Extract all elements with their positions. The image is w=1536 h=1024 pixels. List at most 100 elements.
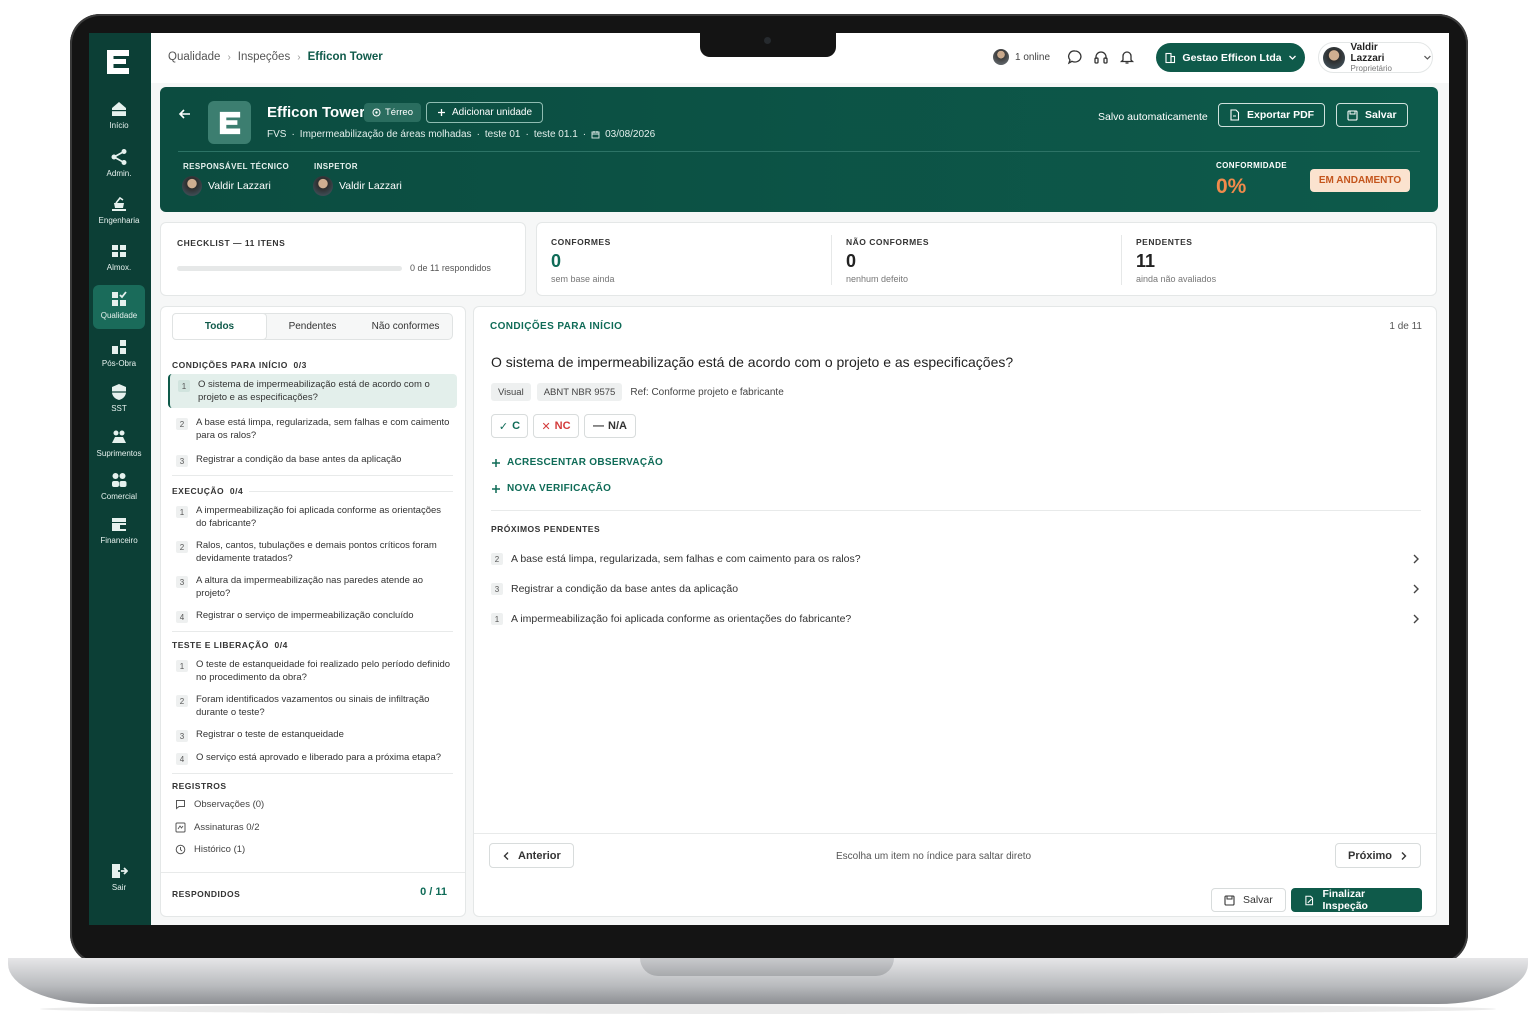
item-text: Registrar a condição da base antes da ap… <box>511 582 739 595</box>
item-text: A base está limpa, regularizada, sem fal… <box>196 417 450 441</box>
checklist-item[interactable]: 4 O serviço está aprovado e liberado par… <box>168 747 457 769</box>
section-title: CONDIÇÕES PARA INÍCIO <box>172 360 288 370</box>
app-screen: Início Admin. Engenharia Almox. Qualidad… <box>89 33 1449 925</box>
sidebar-item-label: SST <box>111 404 127 413</box>
meta-service: Impermeabilização de áreas molhadas <box>299 129 472 140</box>
item-number: 1 <box>176 660 188 672</box>
registro-assinaturas[interactable]: Assinaturas 0/2 <box>175 822 259 833</box>
registro-historico[interactable]: Histórico (1) <box>175 844 245 855</box>
next-pending-item[interactable]: 1 A impermeabilização foi aplicada confo… <box>491 608 1421 630</box>
section-header: EXECUÇÃO 0/4 <box>172 486 243 496</box>
building-icon <box>1165 52 1176 63</box>
answered-value: 0 / 11 <box>420 886 447 898</box>
answer-group: ✓ C ✕ NC — N/A <box>491 414 636 438</box>
engineering-icon <box>112 196 126 211</box>
chevron-down-icon <box>1424 55 1431 60</box>
registro-observacoes[interactable]: Observações (0) <box>175 799 264 810</box>
bottom-save-label: Salvar <box>1243 894 1273 906</box>
item-text: Registrar o serviço de impermeabilização… <box>196 610 414 621</box>
file-pdf-icon <box>1230 109 1240 121</box>
sidebar-item-pos-obra[interactable]: Pós-Obra <box>93 333 145 377</box>
item-number: 4 <box>176 611 188 623</box>
item-number: 1 <box>176 506 188 518</box>
item-number: 4 <box>176 753 188 765</box>
checklist-item[interactable]: 1 A impermeabilização foi aplicada confo… <box>168 500 457 534</box>
checklist-tabs: Todos Pendentes Não conformes <box>172 313 453 340</box>
stat-conformes: CONFORMES 0 sem base ainda <box>551 237 615 284</box>
checklist-item[interactable]: 2 Ralos, cantos, tubulações e demais pon… <box>168 535 457 569</box>
app-logo[interactable] <box>105 48 131 76</box>
sidebar-item-inicio[interactable]: Início <box>93 95 145 139</box>
checklist-count-label: CHECKLIST — 11 ITENS <box>177 238 286 248</box>
status-badge: EM ANDAMENTO <box>1310 169 1410 192</box>
breadcrumb-item-inspecoes[interactable]: Inspeções <box>238 51 290 63</box>
sidebar-item-label: Engenharia <box>98 216 140 225</box>
checklist-item[interactable]: 2 Foram identificados vazamentos ou sina… <box>168 689 457 723</box>
answer-c-button[interactable]: ✓ C <box>491 414 528 438</box>
answer-label: N/A <box>608 420 627 432</box>
inspector-name: Valdir Lazzari <box>339 180 402 192</box>
answer-na-button[interactable]: — N/A <box>584 414 636 438</box>
previous-button[interactable]: Anterior <box>489 843 574 868</box>
headset-icon[interactable] <box>1091 47 1111 67</box>
back-button[interactable] <box>178 107 192 126</box>
sidebar-item-label: Almox. <box>106 263 132 272</box>
add-unit-label: Adicionar unidade <box>452 107 533 118</box>
checklist-item[interactable]: 1 O sistema de impermeabilização está de… <box>168 374 457 408</box>
avatar <box>1323 46 1345 69</box>
sidebar-item-financeiro[interactable]: Financeiro <box>93 510 145 554</box>
checklist-item[interactable]: 2 A base está limpa, regularizada, sem f… <box>168 412 457 446</box>
breadcrumb-separator-icon: › <box>297 51 301 63</box>
add-observation-link[interactable]: ACRESCENTAR OBSERVAÇÃO <box>491 457 663 468</box>
sidebar-item-qualidade[interactable]: Qualidade <box>93 285 145 329</box>
sidebar-item-sst[interactable]: SST <box>93 378 145 422</box>
bell-icon[interactable] <box>1117 47 1137 67</box>
breadcrumb-item-qualidade[interactable]: Qualidade <box>168 51 220 63</box>
item-text: O sistema de impermeabilização está de a… <box>198 379 430 403</box>
sidebar-item-label: Suprimentos <box>96 449 142 458</box>
company-label: Gestao Efficon Ltda <box>1182 51 1282 64</box>
company-selector[interactable]: Gestao Efficon Ltda <box>1156 43 1305 72</box>
tab-nao-conformes[interactable]: Não conformes <box>359 314 452 339</box>
tab-pendentes[interactable]: Pendentes <box>266 314 359 339</box>
finalize-inspection-button[interactable]: Finalizar Inspeção <box>1291 888 1422 912</box>
item-number: 2 <box>176 418 188 430</box>
bottom-save-button[interactable]: Salvar <box>1211 888 1286 912</box>
add-unit-button[interactable]: Adicionar unidade <box>426 102 544 123</box>
stat-value: 11 <box>1136 251 1156 271</box>
logout-button[interactable]: Sair <box>93 857 145 901</box>
export-pdf-button[interactable]: Exportar PDF <box>1218 103 1326 127</box>
sidebar-item-comercial[interactable]: Comercial <box>93 466 145 510</box>
checklist-item[interactable]: 3 Registrar a condição da base antes da … <box>168 449 457 471</box>
current-section-title: CONDIÇÕES PARA INÍCIO <box>490 321 623 332</box>
camera-notch <box>700 33 836 57</box>
user-menu[interactable]: Valdir Lazzari Proprietário <box>1318 42 1433 73</box>
new-verification-link[interactable]: NOVA VERIFICAÇÃO <box>491 483 611 494</box>
next-pending-item[interactable]: 2 A base está limpa, regularizada, sem f… <box>491 548 1421 570</box>
header-save-button[interactable]: Salvar <box>1336 103 1408 127</box>
sidebar-item-admin[interactable]: Admin. <box>93 143 145 187</box>
next-button[interactable]: Próximo <box>1335 843 1422 868</box>
footer-divider <box>161 872 465 873</box>
checklist-item[interactable]: 1 O teste de estanqueidade foi realizado… <box>168 654 457 688</box>
stat-divider <box>831 235 832 285</box>
breadcrumb: Qualidade › Inspeções › Efficon Tower <box>168 51 383 63</box>
meta-separator-icon: · <box>525 129 529 140</box>
new-verification-label: NOVA VERIFICAÇÃO <box>507 483 612 494</box>
sidebar-item-engenharia[interactable]: Engenharia <box>93 190 145 234</box>
answer-nc-button[interactable]: ✕ NC <box>533 414 579 438</box>
stat-label: PENDENTES <box>1136 237 1193 247</box>
section-divider <box>172 773 453 774</box>
tab-todos[interactable]: Todos <box>172 313 267 340</box>
sidebar-item-suprimentos[interactable]: Suprimentos <box>93 423 145 467</box>
save-icon <box>1224 894 1235 906</box>
checklist-item[interactable]: 3 A altura da impermeabilização nas pare… <box>168 570 457 604</box>
chat-icon[interactable] <box>1065 47 1085 67</box>
item-text: A base está limpa, regularizada, sem fal… <box>511 552 861 565</box>
checklist-item[interactable]: 4 Registrar o serviço de impermeabilizaç… <box>168 605 457 627</box>
sidebar-item-almox[interactable]: Almox. <box>93 237 145 281</box>
next-pending-item[interactable]: 3 Registrar a condição da base antes da … <box>491 578 1421 600</box>
checklist-item[interactable]: 3 Registrar o teste de estanqueidade <box>168 724 457 746</box>
shield-icon <box>112 384 126 400</box>
location-tag[interactable]: Térreo <box>364 103 421 122</box>
